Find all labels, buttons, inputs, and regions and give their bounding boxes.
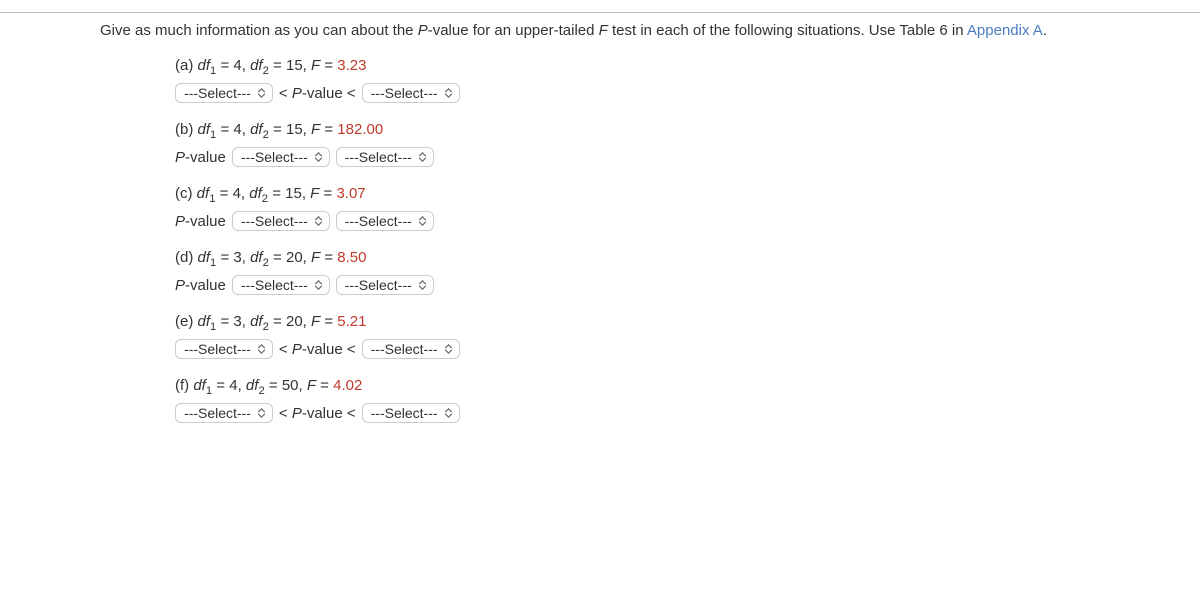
part-a-f-value: 3.23 <box>337 57 366 74</box>
chevron-updown-icon <box>418 280 427 290</box>
part-e-upper-select[interactable]: ---Select--- <box>362 339 460 359</box>
part-d-f-value: 8.50 <box>337 249 366 266</box>
chevron-updown-icon <box>314 280 323 290</box>
pvalue-prefix: P-value <box>175 277 226 294</box>
intro-pvalue-letter: P <box>418 22 428 39</box>
pvalue-prefix: P-value <box>175 149 226 166</box>
chevron-updown-icon <box>444 88 453 98</box>
pvalue-prefix: P-value <box>175 213 226 230</box>
part-b: (b) df1 = 4, df2 = 15, F = 182.00 P-valu… <box>0 121 1200 167</box>
part-f-f-value: 4.02 <box>333 377 362 394</box>
part-f-lower-select[interactable]: ---Select--- <box>175 403 273 423</box>
select-placeholder: ---Select--- <box>345 277 412 293</box>
intro-text-3: test in each of the following situations… <box>608 22 967 39</box>
chevron-updown-icon <box>314 152 323 162</box>
chevron-updown-icon <box>257 408 266 418</box>
chevron-updown-icon <box>257 344 266 354</box>
appendix-link[interactable]: Appendix A <box>967 22 1043 39</box>
intro-f-letter: F <box>599 22 608 39</box>
part-f-prompt: (f) df1 = 4, df2 = 50, F = 4.02 <box>175 377 1180 397</box>
part-d-select-2[interactable]: ---Select--- <box>336 275 434 295</box>
part-a: (a) df1 = 4, df2 = 15, F = 3.23 ---Selec… <box>0 57 1200 103</box>
part-a-answer: ---Select--- < P-value < ---Select--- <box>175 83 1180 103</box>
part-b-prompt: (b) df1 = 4, df2 = 15, F = 182.00 <box>175 121 1180 141</box>
part-f-answer: ---Select--- < P-value < ---Select--- <box>175 403 1180 423</box>
chevron-updown-icon <box>314 216 323 226</box>
part-e-answer: ---Select--- < P-value < ---Select--- <box>175 339 1180 359</box>
part-d: (d) df1 = 3, df2 = 20, F = 8.50 P-value … <box>0 249 1200 295</box>
chevron-updown-icon <box>444 344 453 354</box>
part-b-label: (b) <box>175 121 193 138</box>
part-d-prompt: (d) df1 = 3, df2 = 20, F = 8.50 <box>175 249 1180 269</box>
part-d-label: (d) <box>175 249 193 266</box>
part-d-select-1[interactable]: ---Select--- <box>232 275 330 295</box>
select-placeholder: ---Select--- <box>345 213 412 229</box>
part-f: (f) df1 = 4, df2 = 50, F = 4.02 ---Selec… <box>0 377 1200 423</box>
chevron-updown-icon <box>418 216 427 226</box>
lt-pvalue-lt: < P-value < <box>279 341 356 358</box>
select-placeholder: ---Select--- <box>371 85 438 101</box>
select-placeholder: ---Select--- <box>184 405 251 421</box>
part-c-prompt: (c) df1 = 4, df2 = 15, F = 3.07 <box>175 185 1180 205</box>
part-f-label: (f) <box>175 377 189 394</box>
part-e-lower-select[interactable]: ---Select--- <box>175 339 273 359</box>
part-d-answer: P-value ---Select--- ---Select--- <box>175 275 1180 295</box>
lt-pvalue-lt: < P-value < <box>279 85 356 102</box>
part-f-upper-select[interactable]: ---Select--- <box>362 403 460 423</box>
intro-text-1: Give as much information as you can abou… <box>100 22 418 39</box>
select-placeholder: ---Select--- <box>345 149 412 165</box>
part-b-answer: P-value ---Select--- ---Select--- <box>175 147 1180 167</box>
chevron-updown-icon <box>418 152 427 162</box>
lt-pvalue-lt: < P-value < <box>279 405 356 422</box>
part-c-label: (c) <box>175 185 193 202</box>
part-a-upper-select[interactable]: ---Select--- <box>362 83 460 103</box>
question-intro: Give as much information as you can abou… <box>0 19 1200 47</box>
part-b-select-1[interactable]: ---Select--- <box>232 147 330 167</box>
part-e-f-value: 5.21 <box>337 313 366 330</box>
select-placeholder: ---Select--- <box>184 341 251 357</box>
part-a-lower-select[interactable]: ---Select--- <box>175 83 273 103</box>
select-placeholder: ---Select--- <box>241 213 308 229</box>
select-placeholder: ---Select--- <box>371 405 438 421</box>
part-c-select-2[interactable]: ---Select--- <box>336 211 434 231</box>
part-c-select-1[interactable]: ---Select--- <box>232 211 330 231</box>
select-placeholder: ---Select--- <box>184 85 251 101</box>
part-c: (c) df1 = 4, df2 = 15, F = 3.07 P-value … <box>0 185 1200 231</box>
part-a-label: (a) <box>175 57 193 74</box>
part-e: (e) df1 = 3, df2 = 20, F = 5.21 ---Selec… <box>0 313 1200 359</box>
part-b-select-2[interactable]: ---Select--- <box>336 147 434 167</box>
part-a-prompt: (a) df1 = 4, df2 = 15, F = 3.23 <box>175 57 1180 77</box>
divider-top <box>0 12 1200 13</box>
chevron-updown-icon <box>257 88 266 98</box>
intro-text-2: -value for an upper-tailed <box>428 22 599 39</box>
part-c-answer: P-value ---Select--- ---Select--- <box>175 211 1180 231</box>
intro-text-4: . <box>1043 22 1047 39</box>
select-placeholder: ---Select--- <box>371 341 438 357</box>
select-placeholder: ---Select--- <box>241 149 308 165</box>
part-c-f-value: 3.07 <box>336 185 365 202</box>
select-placeholder: ---Select--- <box>241 277 308 293</box>
part-e-label: (e) <box>175 313 193 330</box>
chevron-updown-icon <box>444 408 453 418</box>
part-b-f-value: 182.00 <box>337 121 383 138</box>
part-e-prompt: (e) df1 = 3, df2 = 20, F = 5.21 <box>175 313 1180 333</box>
